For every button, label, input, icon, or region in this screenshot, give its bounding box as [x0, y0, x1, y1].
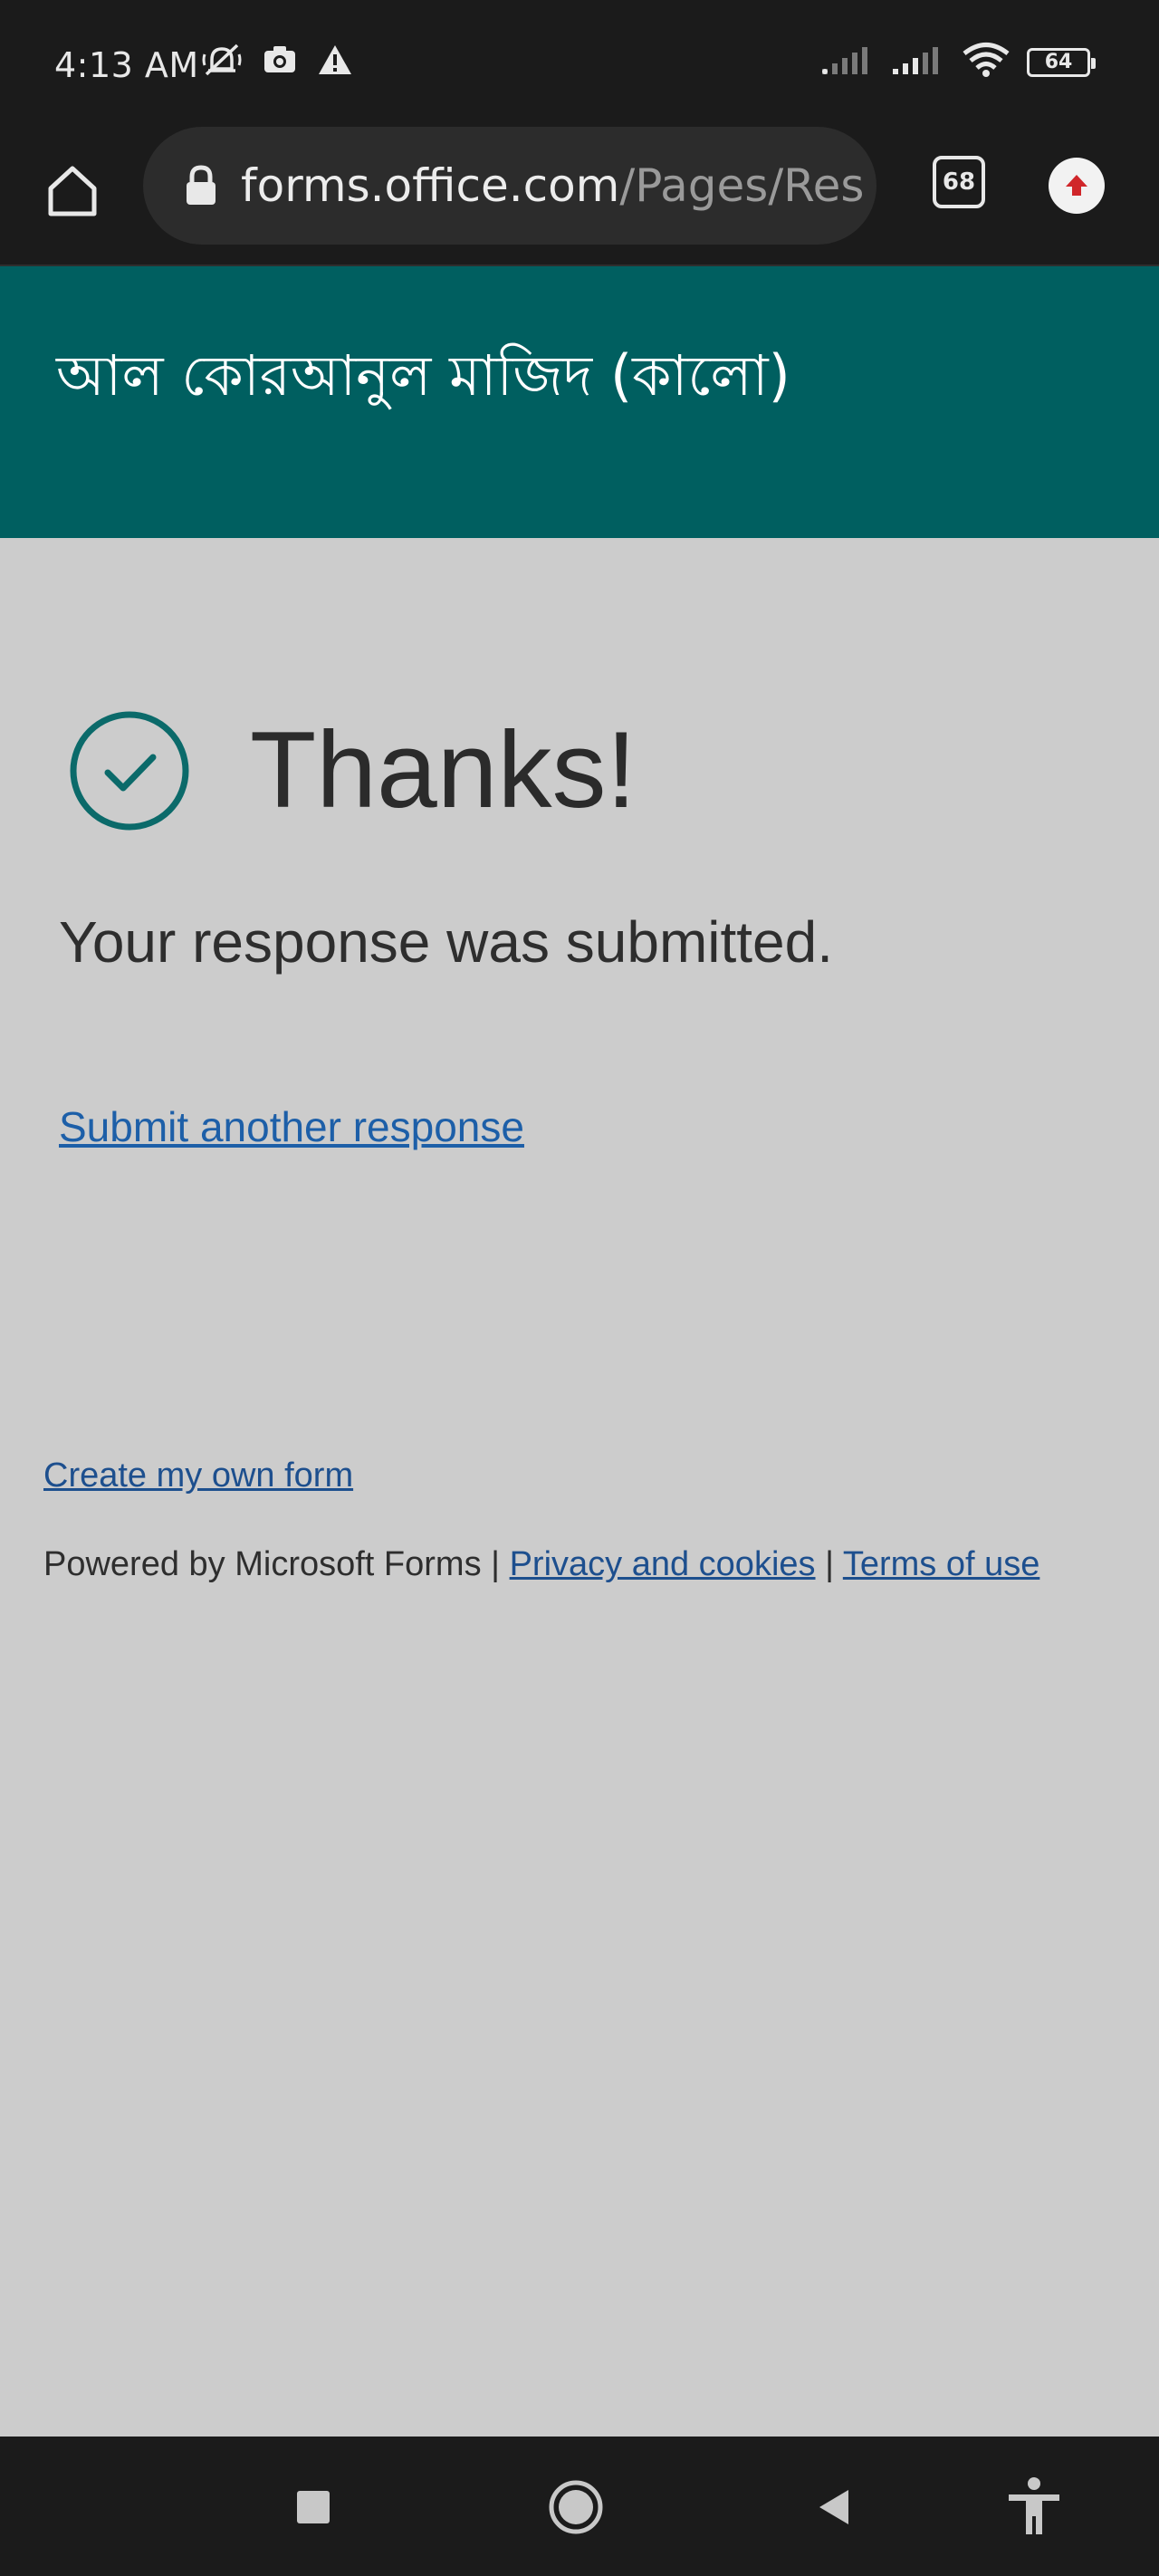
back-triangle-icon [819, 2490, 848, 2524]
url-bar[interactable]: forms.office.com/Pages/Res [143, 127, 876, 245]
thanks-heading: Thanks! [250, 709, 637, 831]
home-icon [48, 166, 97, 216]
status-icons-right: 64 [820, 42, 1096, 82]
status-bar: 4:13 AM 64 [0, 0, 1159, 127]
powered-by-text: Powered by Microsoft Forms [43, 1545, 482, 1583]
no-notification-icon [201, 42, 243, 82]
home-button[interactable] [36, 154, 109, 226]
create-form-link[interactable]: Create my own form [43, 1453, 353, 1498]
lock-icon [183, 163, 219, 208]
navigation-bar [0, 2437, 1159, 2576]
circle-icon [549, 2480, 603, 2534]
submit-another-link[interactable]: Submit another response [59, 1100, 524, 1154]
home-nav-button[interactable] [541, 2473, 610, 2542]
url-path: /Pages/Res [619, 159, 865, 212]
footer-line: Powered by Microsoft Forms | Privacy and… [43, 1542, 1039, 1587]
back-button[interactable] [800, 2473, 869, 2542]
browser-toolbar: forms.office.com/Pages/Res 68 [0, 127, 1159, 266]
submitted-message: Your response was submitted. [59, 909, 833, 975]
signal-icon [820, 43, 875, 81]
check-circle-icon [69, 710, 190, 831]
battery-level: 64 [1044, 51, 1073, 73]
tab-count: 68 [942, 168, 976, 196]
privacy-link[interactable]: Privacy and cookies [510, 1545, 816, 1583]
form-header: আল কোরআনুল মাজিদ (কালো) [0, 266, 1159, 538]
camera-icon [263, 44, 297, 80]
wifi-icon [962, 42, 1011, 82]
battery-icon: 64 [1027, 47, 1096, 77]
update-button[interactable] [1049, 158, 1105, 214]
separator: | [825, 1545, 834, 1583]
url-text: forms.office.com/Pages/Res [241, 159, 864, 212]
terms-link[interactable]: Terms of use [843, 1545, 1040, 1583]
tabs-button[interactable]: 68 [933, 156, 985, 208]
update-icon [1066, 175, 1087, 196]
recents-button[interactable] [279, 2473, 348, 2542]
accessibility-icon [1009, 2477, 1059, 2534]
form-title: আল কোরআনুল মাজিদ (কালো) [56, 342, 790, 409]
separator: | [491, 1545, 501, 1583]
square-icon [297, 2491, 330, 2523]
accessibility-button[interactable] [1000, 2473, 1068, 2542]
url-domain: forms.office.com [241, 159, 620, 212]
status-icons-left [201, 42, 353, 82]
signal-icon [891, 43, 945, 81]
status-time: 4:13 AM [54, 45, 199, 85]
warning-icon [317, 43, 353, 81]
